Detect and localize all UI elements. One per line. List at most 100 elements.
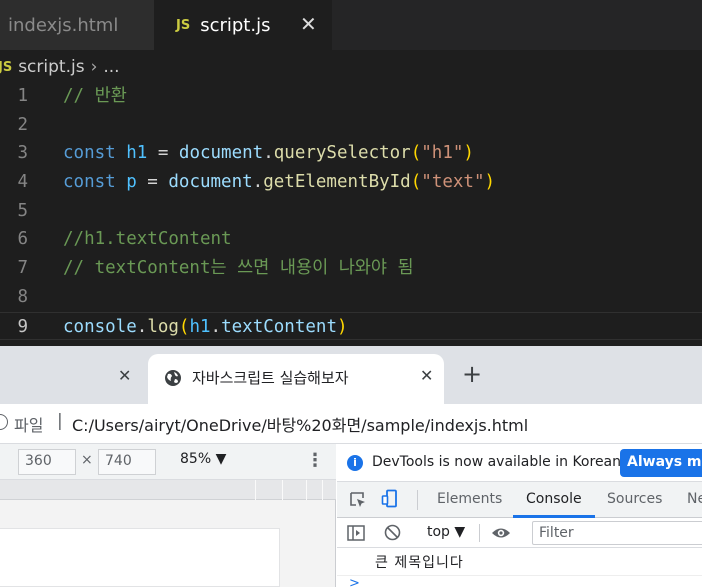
- code-token: getElementById: [263, 172, 411, 193]
- log-text: 큰 제목입니다: [375, 555, 464, 571]
- code-text: // textContent는 쓰면 내용이 나와야 됨: [63, 254, 414, 283]
- breadcrumb-file[interactable]: script.js: [18, 57, 84, 77]
- code-line[interactable]: 9 console.log(h1.textContent): [0, 311, 702, 341]
- info-icon: i: [347, 455, 363, 471]
- close-tab-icon[interactable]: ✕: [300, 12, 317, 36]
- devtools-tab-bar: Elements Console Sources Network: [337, 482, 702, 518]
- console-toolbar: top ▼ Filter: [337, 518, 702, 548]
- line-number: 1: [17, 86, 28, 106]
- code-text: //h1.textContent: [63, 225, 232, 254]
- js-file-icon: JS: [176, 17, 191, 33]
- close-tab-icon[interactable]: ✕: [118, 366, 131, 385]
- filter-input[interactable]: Filter: [532, 521, 702, 545]
- line-number: 4: [17, 172, 28, 193]
- context-select[interactable]: top ▼: [427, 524, 465, 540]
- more-options-icon[interactable]: ⋮: [306, 450, 324, 471]
- code-token: "h1": [421, 143, 464, 164]
- language-banner: i DevTools is now available in Korean! A…: [337, 444, 702, 482]
- tab-sources[interactable]: Sources: [607, 491, 662, 507]
- ruler-tick: [322, 480, 323, 500]
- line-number: 9: [17, 316, 28, 337]
- code-line[interactable]: 1 // 반환: [0, 82, 702, 111]
- toolbar-divider: [417, 490, 418, 510]
- code-token: log: [147, 316, 179, 337]
- ruler-tick: [282, 480, 283, 500]
- code-line[interactable]: 8: [0, 283, 702, 312]
- code-token: h1: [189, 316, 211, 337]
- code-line[interactable]: 4 const p = document.getElementById("text…: [0, 168, 702, 197]
- code-token: textContent: [221, 316, 337, 337]
- code-token: // textContent는 쓰면 내용이 나와야 됨: [63, 258, 414, 279]
- code-token: ): [484, 172, 496, 193]
- console-message: 큰 제목입니다: [337, 548, 702, 576]
- code-token: =: [147, 143, 179, 164]
- device-emulation-pane: 360 × 740 85% ▼ ⋮: [0, 444, 336, 587]
- new-tab-button[interactable]: +: [462, 362, 482, 386]
- eye-icon[interactable]: [491, 525, 511, 541]
- editor-tab-bar: indexjs.html JS script.js ✕: [0, 0, 702, 50]
- line-number: 7: [17, 258, 28, 279]
- sidebar-toggle-icon[interactable]: [347, 525, 365, 541]
- code-token: .: [252, 172, 264, 193]
- url-text[interactable]: C:/Users/airyt/OneDrive/바탕%20화면/sample/i…: [72, 412, 528, 436]
- code-token: .: [136, 316, 148, 337]
- code-line[interactable]: 2: [0, 111, 702, 140]
- close-tab-icon[interactable]: ✕: [420, 366, 433, 385]
- code-token: =: [136, 172, 169, 193]
- code-token: (: [410, 172, 422, 193]
- device-toolbar: 360 × 740 85% ▼ ⋮: [0, 444, 336, 480]
- toolbar-divider: [479, 524, 480, 542]
- scheme-label: 파일: [14, 416, 44, 435]
- code-token: const: [63, 172, 127, 193]
- code-token: h1: [126, 143, 148, 164]
- ruler-tick: [255, 480, 256, 500]
- height-input[interactable]: 740: [98, 449, 156, 475]
- code-token: (: [178, 316, 190, 337]
- chevron-right-icon: ›: [90, 57, 98, 77]
- code-line[interactable]: 7 // textContent는 쓰면 내용이 나와야 됨: [0, 254, 702, 283]
- tab-console[interactable]: Console: [526, 491, 582, 507]
- media-query-ruler: [0, 480, 336, 500]
- address-bar[interactable]: 파일 | C:/Users/airyt/OneDrive/바탕%20화면/sam…: [0, 404, 702, 444]
- line-number: 3: [17, 143, 28, 164]
- tab-network[interactable]: Network: [687, 491, 702, 507]
- line-number: 2: [17, 114, 28, 135]
- code-token: ): [337, 316, 348, 337]
- browser-tab-strip: ✕ 자바스크립트 실습해보자 ✕ +: [0, 346, 702, 404]
- breadcrumb-symbol[interactable]: ...: [103, 57, 119, 77]
- code-token: .: [263, 143, 274, 164]
- code-token: console: [63, 316, 137, 337]
- code-line[interactable]: 3 const h1 = document.querySelector("h1"): [0, 139, 702, 168]
- device-viewport[interactable]: [0, 528, 280, 587]
- code-token: const: [63, 143, 127, 164]
- address-separator: |: [57, 411, 63, 431]
- zoom-select[interactable]: 85% ▼: [180, 451, 226, 467]
- browser-tab-active[interactable]: 자바스크립트 실습해보자 ✕: [148, 354, 444, 404]
- always-match-language-button[interactable]: Always match Chrome's language: [620, 449, 702, 477]
- clear-console-icon[interactable]: [384, 524, 401, 541]
- tab-elements[interactable]: Elements: [437, 491, 502, 507]
- code-token: document: [168, 172, 253, 193]
- tab-label: indexjs.html: [8, 14, 119, 36]
- code-editor[interactable]: 1// 반환 2 3 const h1 = document.querySelecto…: [0, 82, 702, 341]
- code-token: .: [210, 316, 222, 337]
- code-token: p: [126, 172, 137, 193]
- devtools-panel: i DevTools is now available in Korean! A…: [337, 444, 702, 587]
- info-icon[interactable]: [0, 414, 8, 430]
- tab-title: 자바스크립트 실습해보자: [192, 369, 349, 387]
- js-file-icon: JS: [0, 59, 13, 75]
- code-token: // 반환: [63, 86, 127, 106]
- tab-label: script.js: [200, 14, 271, 36]
- code-token: //h1.textContent: [63, 229, 232, 250]
- console-prompt-caret[interactable]: >: [349, 576, 360, 587]
- width-input[interactable]: 360: [18, 449, 76, 475]
- device-toggle-icon[interactable]: [381, 489, 401, 509]
- code-line[interactable]: 5: [0, 197, 702, 226]
- inspect-element-icon[interactable]: [349, 491, 367, 509]
- banner-text: DevTools is now available in Korean!: [372, 454, 627, 470]
- code-line[interactable]: 6 //h1.textContent: [0, 225, 702, 254]
- tab-indexjs-html[interactable]: indexjs.html: [0, 0, 154, 50]
- line-number: 8: [17, 286, 28, 307]
- line-number: 6: [17, 229, 28, 250]
- code-token: document: [178, 143, 264, 164]
